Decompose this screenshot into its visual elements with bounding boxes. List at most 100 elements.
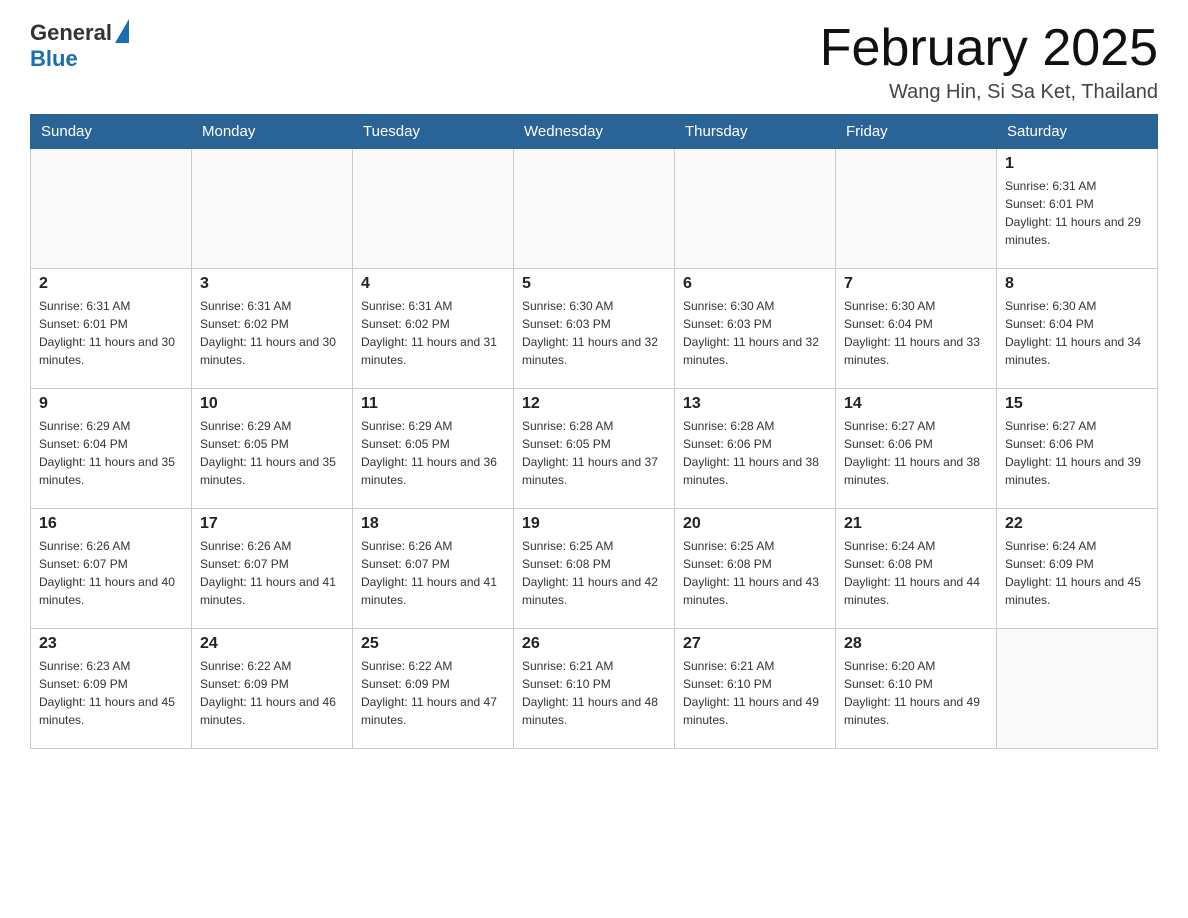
day-number: 28 <box>844 635 988 653</box>
logo-blue-text: Blue <box>30 46 78 72</box>
header-saturday: Saturday <box>997 115 1158 149</box>
day-number: 2 <box>39 275 183 293</box>
calendar-cell: 7Sunrise: 6:30 AMSunset: 6:04 PMDaylight… <box>836 269 997 389</box>
day-number: 15 <box>1005 395 1149 413</box>
header-sunday: Sunday <box>31 115 192 149</box>
day-number: 18 <box>361 515 505 533</box>
day-info: Sunrise: 6:31 AMSunset: 6:01 PMDaylight:… <box>1005 177 1149 249</box>
header-thursday: Thursday <box>675 115 836 149</box>
calendar-cell: 18 Sunrise: 6:26 AMSunset: 6:07 PMDayligh… <box>353 509 514 629</box>
week-row-1: 1 Sunrise: 6:31 AMSunset: 6:01 PMDaylight… <box>31 149 1158 269</box>
header-tuesday: Tuesday <box>353 115 514 149</box>
day-info: Sunrise: 6:28 AMSunset: 6:05 PMDaylight:… <box>522 417 666 489</box>
calendar-cell: 28 Sunrise: 6:20 AMSunset: 6:10 PMDayligh… <box>836 629 997 749</box>
day-info: Sunrise: 6:30 AMSunset: 6:03 PMDaylight:… <box>522 297 666 369</box>
calendar-cell: 19Sunrise: 6:25 AMSunset: 6:08 PMDayligh… <box>514 509 675 629</box>
day-number: 23 <box>39 635 183 653</box>
day-info: Sunrise: 6:31 AMSunset: 6:01 PMDaylight:… <box>39 297 183 369</box>
day-number: 3 <box>200 275 344 293</box>
calendar-cell: 26 Sunrise: 6:21 AMSunset: 6:10 PMDayligh… <box>514 629 675 749</box>
calendar-cell: 8 Sunrise: 6:30 AMSunset: 6:04 PMDaylight… <box>997 269 1158 389</box>
day-info: Sunrise: 6:24 AMSunset: 6:09 PMDaylight:… <box>1005 537 1149 609</box>
day-number: 6 <box>683 275 827 293</box>
day-number: 27 <box>683 635 827 653</box>
week-row-2: 2 Sunrise: 6:31 AMSunset: 6:01 PMDaylight… <box>31 269 1158 389</box>
day-info: Sunrise: 6:26 AMSunset: 6:07 PMDaylight:… <box>361 537 505 609</box>
day-number: 8 <box>1005 275 1149 293</box>
calendar-cell: 6 Sunrise: 6:30 AMSunset: 6:03 PMDaylight… <box>675 269 836 389</box>
day-info: Sunrise: 6:20 AMSunset: 6:10 PMDaylight:… <box>844 657 988 729</box>
calendar-cell: 11 Sunrise: 6:29 AMSunset: 6:05 PMDayligh… <box>353 389 514 509</box>
day-number: 11 <box>361 395 505 413</box>
calendar-cell <box>31 149 192 269</box>
day-info: Sunrise: 6:25 AMSunset: 6:08 PMDaylight:… <box>683 537 827 609</box>
calendar-cell: 24 Sunrise: 6:22 AMSunset: 6:09 PMDayligh… <box>192 629 353 749</box>
month-title: February 2025 <box>820 20 1158 77</box>
calendar-cell <box>192 149 353 269</box>
calendar-cell: 9 Sunrise: 6:29 AMSunset: 6:04 PMDaylight… <box>31 389 192 509</box>
day-number: 26 <box>522 635 666 653</box>
calendar-cell: 14 Sunrise: 6:27 AMSunset: 6:06 PMDayligh… <box>836 389 997 509</box>
day-number: 12 <box>522 395 666 413</box>
day-info: Sunrise: 6:30 AMSunset: 6:04 PMDaylight:… <box>1005 297 1149 369</box>
calendar-header-row: SundayMondayTuesdayWednesdayThursdayFrid… <box>31 115 1158 149</box>
day-info: Sunrise: 6:31 AMSunset: 6:02 PMDaylight:… <box>361 297 505 369</box>
day-number: 21 <box>844 515 988 533</box>
day-info: Sunrise: 6:29 AMSunset: 6:05 PMDaylight:… <box>361 417 505 489</box>
day-info: Sunrise: 6:27 AMSunset: 6:06 PMDaylight:… <box>1005 417 1149 489</box>
calendar-cell: 27 Sunrise: 6:21 AMSunset: 6:10 PMDayligh… <box>675 629 836 749</box>
week-row-4: 16 Sunrise: 6:26 AMSunset: 6:07 PMDayligh… <box>31 509 1158 629</box>
day-info: Sunrise: 6:22 AMSunset: 6:09 PMDaylight:… <box>361 657 505 729</box>
calendar-cell: 4 Sunrise: 6:31 AMSunset: 6:02 PMDaylight… <box>353 269 514 389</box>
location-title: Wang Hin, Si Sa Ket, Thailand <box>820 81 1158 104</box>
calendar-cell <box>514 149 675 269</box>
calendar-cell: 21 Sunrise: 6:24 AMSunset: 6:08 PMDayligh… <box>836 509 997 629</box>
header-wednesday: Wednesday <box>514 115 675 149</box>
calendar-cell: 25 Sunrise: 6:22 AMSunset: 6:09 PMDayligh… <box>353 629 514 749</box>
day-info: Sunrise: 6:24 AMSunset: 6:08 PMDaylight:… <box>844 537 988 609</box>
calendar-cell: 22 Sunrise: 6:24 AMSunset: 6:09 PMDayligh… <box>997 509 1158 629</box>
day-number: 5 <box>522 275 666 293</box>
day-number: 1 <box>1005 155 1149 173</box>
logo-triangle-icon <box>115 19 129 43</box>
day-number: 17 <box>200 515 344 533</box>
day-info: Sunrise: 6:25 AMSunset: 6:08 PMDaylight:… <box>522 537 666 609</box>
day-number: 22 <box>1005 515 1149 533</box>
day-number: 10 <box>200 395 344 413</box>
day-number: 24 <box>200 635 344 653</box>
day-info: Sunrise: 6:31 AMSunset: 6:02 PMDaylight:… <box>200 297 344 369</box>
day-number: 14 <box>844 395 988 413</box>
calendar-cell: 12 Sunrise: 6:28 AMSunset: 6:05 PMDayligh… <box>514 389 675 509</box>
day-number: 4 <box>361 275 505 293</box>
day-number: 25 <box>361 635 505 653</box>
calendar-cell: 16Sunrise: 6:26 AMSunset: 6:07 PMDayligh… <box>31 509 192 629</box>
calendar-cell: 15 Sunrise: 6:27 AMSunset: 6:06 PMDayligh… <box>997 389 1158 509</box>
logo-general-text: General <box>30 20 112 46</box>
day-info: Sunrise: 6:27 AMSunset: 6:06 PMDaylight:… <box>844 417 988 489</box>
calendar-cell <box>353 149 514 269</box>
day-number: 20 <box>683 515 827 533</box>
day-number: 9 <box>39 395 183 413</box>
calendar-cell: 3 Sunrise: 6:31 AMSunset: 6:02 PMDaylight… <box>192 269 353 389</box>
day-info: Sunrise: 6:21 AMSunset: 6:10 PMDaylight:… <box>522 657 666 729</box>
day-info: Sunrise: 6:22 AMSunset: 6:09 PMDaylight:… <box>200 657 344 729</box>
calendar-cell: 13 Sunrise: 6:28 AMSunset: 6:06 PMDayligh… <box>675 389 836 509</box>
page-header: General Blue February 2025 Wang Hin, Si … <box>30 20 1158 104</box>
logo: General Blue <box>30 20 129 72</box>
day-number: 13 <box>683 395 827 413</box>
calendar-table: SundayMondayTuesdayWednesdayThursdayFrid… <box>30 114 1158 749</box>
day-info: Sunrise: 6:30 AMSunset: 6:03 PMDaylight:… <box>683 297 827 369</box>
day-info: Sunrise: 6:26 AMSunset: 6:07 PMDaylight:… <box>200 537 344 609</box>
week-row-3: 9 Sunrise: 6:29 AMSunset: 6:04 PMDaylight… <box>31 389 1158 509</box>
day-info: Sunrise: 6:21 AMSunset: 6:10 PMDaylight:… <box>683 657 827 729</box>
day-info: Sunrise: 6:29 AMSunset: 6:04 PMDaylight:… <box>39 417 183 489</box>
calendar-cell: 2 Sunrise: 6:31 AMSunset: 6:01 PMDaylight… <box>31 269 192 389</box>
calendar-cell <box>997 629 1158 749</box>
day-info: Sunrise: 6:28 AMSunset: 6:06 PMDaylight:… <box>683 417 827 489</box>
day-number: 16 <box>39 515 183 533</box>
calendar-cell <box>675 149 836 269</box>
calendar-cell <box>836 149 997 269</box>
day-info: Sunrise: 6:29 AMSunset: 6:05 PMDaylight:… <box>200 417 344 489</box>
calendar-cell: 17 Sunrise: 6:26 AMSunset: 6:07 PMDayligh… <box>192 509 353 629</box>
calendar-cell: 23Sunrise: 6:23 AMSunset: 6:09 PMDayligh… <box>31 629 192 749</box>
